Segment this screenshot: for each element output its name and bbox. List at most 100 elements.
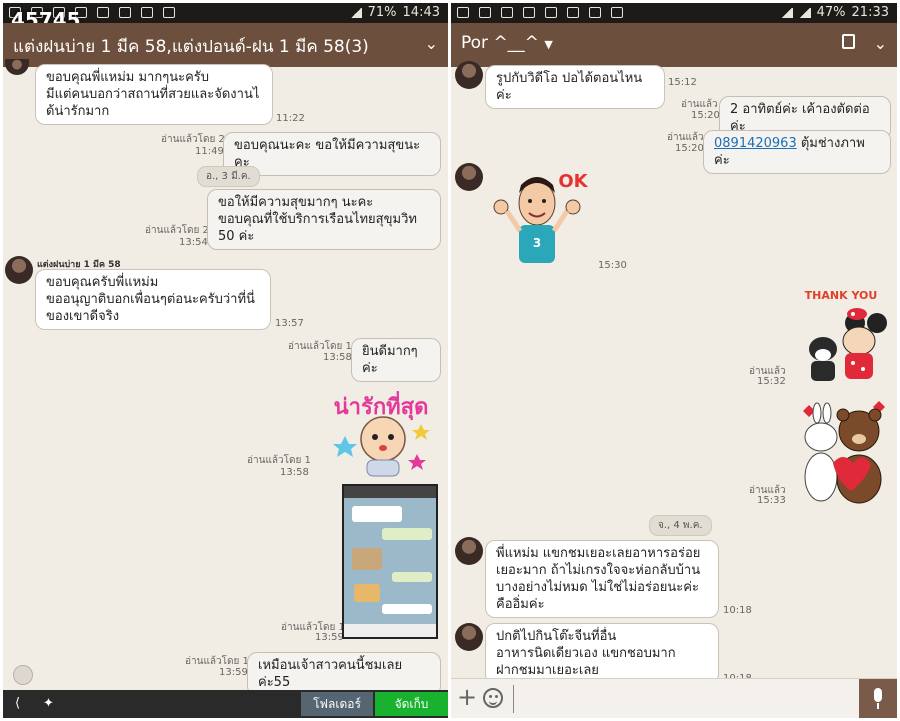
message-composer: + [451,678,897,718]
chat-header: Por ^__^ ▼ ⌄ [451,23,897,67]
chevron-down-icon[interactable]: ⌄ [425,34,438,53]
emoji-icon[interactable] [483,688,503,708]
message-text: ขอบคุณพี่แหม่ม มากๆนะครับ [46,70,210,85]
notification-icon [163,7,175,18]
message-text: รูปกับวิดีโอ ปอได้ตอนไหนค่ะ [496,71,643,103]
message-bubble[interactable]: พี่แหม่ม แขกชมเยอะเลยอาหารอร่อย เยอะมาก … [485,540,719,618]
read-receipt: อ่านแล้วโดย 2 [161,134,225,145]
status-bar: 47% 21:33 [451,3,897,23]
message-bubble[interactable]: ขอให้มีความสุขมากๆ นะคะ ขอบคุณที่ใช้บริก… [207,189,441,250]
message-text: พี่แหม่ม แขกชมเยอะเลยอาหารอร่อย [496,546,701,561]
magic-wand-icon[interactable]: ✦ [43,697,57,711]
baby-sticker[interactable]: น่ารักที่สุด [325,384,437,480]
notification-icon [141,7,153,18]
chat-title[interactable]: แต่งฝนบ่าย 1 มีค 58,แต่งปอนด์-ฝน 1 มีค 5… [13,33,369,60]
notification-icon [457,7,469,18]
date-separator: อ., 3 มี.ค. [197,166,260,187]
message-text: ยินดีมากๆ ค่ะ [362,344,418,376]
message-time: 11:49 [195,146,224,157]
notes-icon[interactable] [842,34,855,49]
message-bubble[interactable]: รูปกับวิดีโอ ปอได้ตอนไหนค่ะ [485,65,665,109]
chat-screenshot-image[interactable] [342,484,438,639]
avatar[interactable] [455,61,483,89]
ok-sticker[interactable]: OK 3 [487,165,597,275]
thank-you-sticker[interactable]: THANK YOU [793,283,889,387]
bottom-toolbar: ⟨ ✦ โฟลเดอร์ จัดเก็บ [3,690,448,718]
plus-icon[interactable]: + [457,685,477,709]
clock: 21:33 [851,5,889,20]
message-bubble[interactable]: ยินดีมากๆ ค่ะ [351,338,441,382]
save-button[interactable]: จัดเก็บ [375,692,448,716]
message-time: 13:54 [179,237,208,248]
message-text: คืออิ่มค่ะ [496,597,545,612]
notification-icon [611,7,623,18]
message-text: บางอย่างไม่หมด ไม่ใช่ไม่อร่อยนะค่ะ [496,580,699,595]
message-text: ของเขาดีจริง [46,309,120,324]
share-icon[interactable]: ⟨ [15,697,29,711]
message-input[interactable] [513,685,853,713]
message-time: 15:20 [691,110,720,121]
message-time: 10:18 [723,605,752,616]
message-text: ขออนุญาติบอกเพื่อนๆต่อนะครับว่าที่นี่ [46,292,255,307]
notification-icon [119,7,131,18]
clock: 14:43 [402,5,440,20]
message-time: 11:22 [276,113,305,124]
chat-header: แต่งฝนบ่าย 1 มีค 58,แต่งปอนด์-ฝน 1 มีค 5… [3,23,448,67]
message-time: 15:12 [668,77,697,88]
message-text: 50 ค่ะ [218,229,255,244]
message-text: ขอบคุณครับพี่แหม่ม [46,275,159,290]
notification-icons [457,7,623,18]
message-time: 13:58 [323,352,352,363]
caret-down-icon: ▼ [544,38,553,51]
message-text: เยอะมาก ถ้าไม่เกรงใจจะห่อกลับบ้าน [496,563,701,578]
message-text: เหมือนเจ้าสาวคนนี้ชมเลยค่ะ55 [258,658,403,690]
message-text: มีแต่คนบอกว่าสถานที่สวยและจัดงานไ [46,87,260,102]
message-bubble[interactable]: ขอบคุณครับพี่แหม่ม ขออนุญาติบอกเพื่อนๆต่… [35,269,271,330]
avatar[interactable] [5,59,29,75]
message-time: 15:20 [675,143,704,154]
avatar[interactable] [455,623,483,651]
notification-icon [501,7,513,18]
message-bubble[interactable]: ขอบคุณพี่แหม่ม มากๆนะครับ มีแต่คนบอกว่าส… [35,64,273,125]
avatar[interactable] [455,537,483,565]
message-time: 13:59 [315,632,344,643]
message-text: อาหารนิดเดียวเอง แขกชอบมาก [496,646,676,661]
message-text: ด้น่ารักมาก [46,104,110,119]
bear-bunny-sticker[interactable] [795,399,889,505]
sticker-text: THANK YOU [805,289,878,302]
notification-icon [479,7,491,18]
phone-link[interactable]: 0891420963 [714,136,797,151]
message-time: 15:32 [757,376,786,387]
folder-button[interactable]: โฟลเดอร์ [301,692,373,716]
notification-icon [523,7,535,18]
notification-icon [589,7,601,18]
chat-title-text: Por ^__^ [461,33,539,53]
left-chat-screen: 71% 14:43 45745 แต่งฝนบ่าย 1 มีค 58,แต่ง… [3,3,448,718]
signal-icon [798,7,811,18]
screenshot-root: 71% 14:43 45745 แต่งฝนบ่าย 1 มีค 58,แต่ง… [0,0,900,721]
signal-icon [349,7,362,18]
sticker-text: OK [558,171,588,192]
message-time: 13:57 [275,318,304,329]
date-separator: จ., 4 พ.ค. [649,515,712,536]
scroll-bottom-icon[interactable] [13,665,33,685]
chat-title[interactable]: Por ^__^ ▼ [461,33,553,53]
message-time: 13:59 [219,667,248,678]
message-bubble[interactable]: ปกติไปกินโต๊ะจีนที่อื่น อาหารนิดเดียวเอง… [485,623,719,684]
message-time: 15:33 [757,495,786,506]
message-bubble[interactable]: 0891420963 ตุ้มช่างภาพค่ะ [703,130,891,174]
avatar[interactable] [455,163,483,191]
microphone-button[interactable] [859,679,897,718]
message-time: 15:30 [598,260,627,271]
notification-icon [567,7,579,18]
read-receipt: อ่านแล้วโดย 1 [247,455,311,466]
notification-icon [97,7,109,18]
message-text: ปกติไปกินโต๊ะจีนที่อื่น [496,629,617,644]
message-time: 13:58 [280,467,309,478]
battery-level: 47% [816,5,846,20]
wifi-icon [780,7,793,18]
svg-text:3: 3 [533,236,541,250]
message-text: ขอบคุณนะคะ ขอให้มีความสุขนะคะ [234,138,421,170]
avatar[interactable] [5,256,33,284]
chevron-down-icon[interactable]: ⌄ [874,34,887,53]
